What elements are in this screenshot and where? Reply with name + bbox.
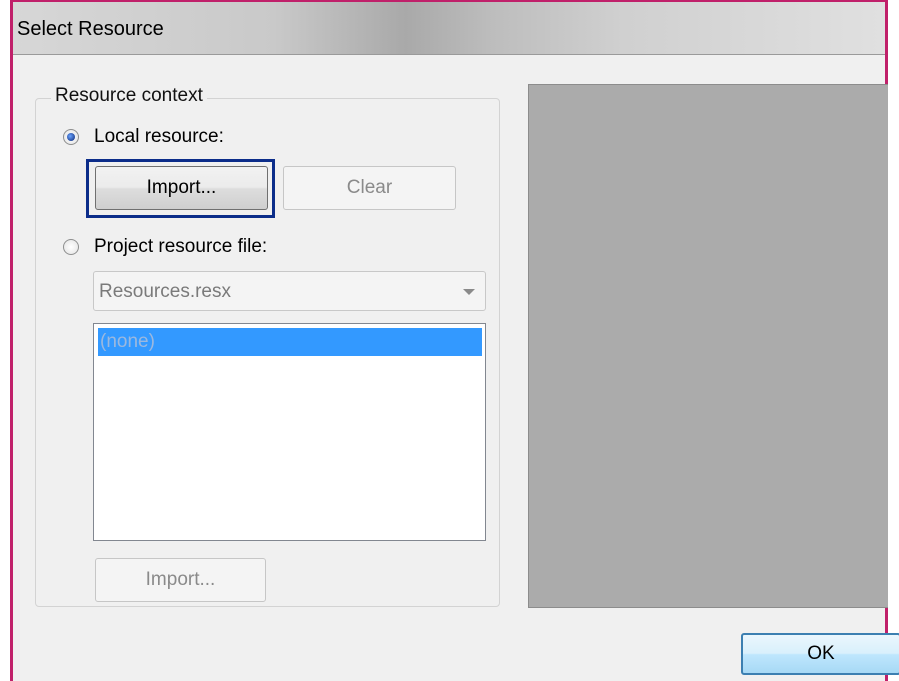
project-resource-label: Project resource file: — [94, 236, 268, 257]
resource-preview-pane — [528, 84, 888, 608]
resource-file-value: Resources.resx — [99, 281, 231, 302]
dropdown-arrow-icon[interactable] — [463, 289, 475, 295]
import-button[interactable]: Import... — [95, 166, 268, 210]
resource-file-select[interactable]: Resources.resx — [93, 271, 486, 311]
ok-button[interactable]: OK — [741, 633, 899, 675]
resource-list[interactable]: (none) — [93, 323, 486, 541]
resource-context-legend: Resource context — [51, 85, 207, 107]
local-resource-option[interactable]: Local resource: — [63, 126, 224, 148]
project-import-button[interactable]: Import... — [95, 558, 266, 602]
project-resource-option[interactable]: Project resource file: — [63, 236, 267, 258]
dialog-title: Select Resource — [17, 18, 164, 40]
radio-checked-icon[interactable] — [63, 129, 79, 145]
list-item[interactable]: (none) — [98, 328, 482, 356]
clear-button[interactable]: Clear — [283, 166, 456, 210]
title-bar[interactable]: Select Resource — [13, 2, 885, 55]
local-resource-label: Local resource: — [94, 126, 224, 147]
radio-unchecked-icon[interactable] — [63, 239, 79, 255]
